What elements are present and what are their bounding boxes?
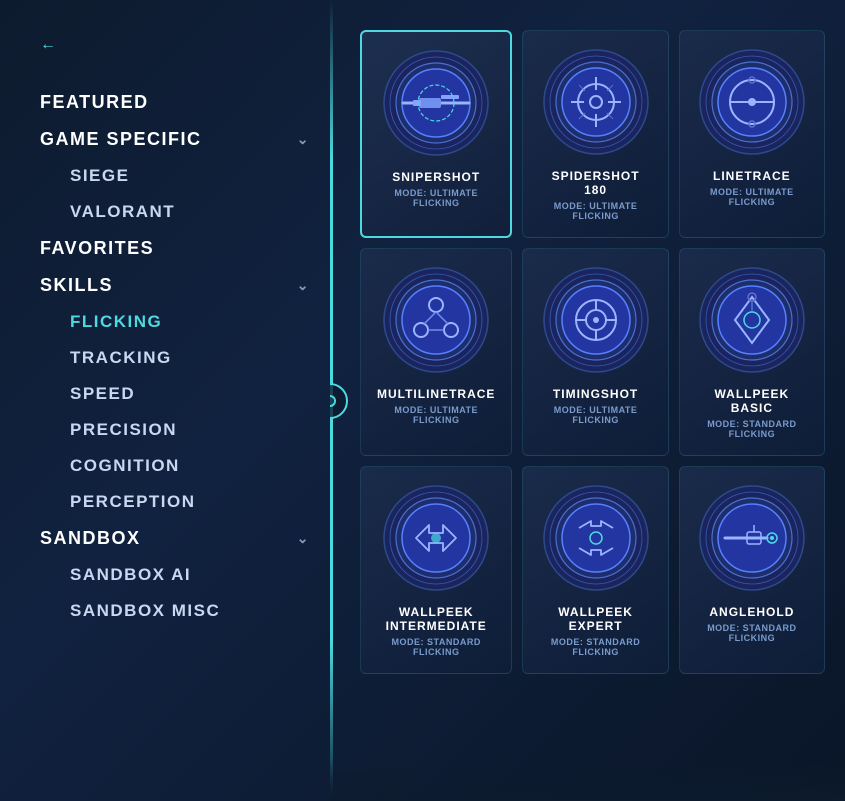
target-circle-icon bbox=[330, 383, 348, 419]
card-mode-value: FLICKING bbox=[729, 197, 776, 207]
task-card-multilinetrace[interactable]: MULTILINETRACE MODE: ULTIMATEFLICKING bbox=[360, 248, 512, 456]
card-name: MULTILINETRACE bbox=[377, 387, 495, 401]
sidebar-item-label: COGNITION bbox=[70, 456, 180, 476]
card-icon-triangle bbox=[381, 265, 491, 375]
card-name: TIMINGSHOT bbox=[553, 387, 638, 401]
sidebar-item-tracking[interactable]: TRACKING bbox=[40, 340, 310, 376]
sidebar-item-label: PERCEPTION bbox=[70, 492, 196, 512]
card-name: ANGLEHOLD bbox=[709, 605, 794, 619]
card-name: LINETRACE bbox=[713, 169, 791, 183]
card-mode-label: MODE: ULTIMATE bbox=[554, 201, 638, 211]
chevron-down-icon: ⌄ bbox=[297, 277, 310, 294]
chevron-down-icon: ⌄ bbox=[297, 131, 310, 148]
card-mode-label: MODE: STANDARD bbox=[551, 637, 640, 647]
card-mode-label: MODE: STANDARD bbox=[392, 637, 481, 647]
card-mode-value: FLICKING bbox=[572, 415, 619, 425]
sidebar-item-sandbox-misc[interactable]: SANDBOX MISC bbox=[40, 593, 310, 629]
card-mode-value: FLICKING bbox=[572, 647, 619, 657]
task-card-spidershot-180[interactable]: SPIDERSHOT 180 MODE: ULTIMATEFLICKING bbox=[522, 30, 668, 238]
back-button[interactable]: ← bbox=[40, 36, 310, 54]
sidebar-item-speed[interactable]: SPEED bbox=[40, 376, 310, 412]
navigation-list: FEATURED GAME SPECIFIC ⌄ SIEGE VALORANT FAVOR… bbox=[40, 84, 310, 629]
task-card-linetrace[interactable]: LINETRACE MODE: ULTIMATEFLICKING bbox=[679, 30, 825, 238]
sidebar-item-featured[interactable]: FEATURED bbox=[40, 84, 310, 121]
sidebar-item-favorites[interactable]: FAVORITES bbox=[40, 230, 310, 267]
card-icon-gun bbox=[697, 483, 807, 593]
card-mode-label: MODE: ULTIMATE bbox=[394, 188, 478, 198]
main-content: SNIPERSHOTMODE: ULTIMATEFLICKING SPIDERS… bbox=[330, 0, 845, 801]
sidebar-item-label: PRECISION bbox=[70, 420, 177, 440]
task-grid: SNIPERSHOTMODE: ULTIMATEFLICKING SPIDERS… bbox=[360, 20, 825, 674]
sidebar-item-label: TRACKING bbox=[70, 348, 172, 368]
task-card-wallpeek-basic[interactable]: WALLPEEK BASIC MODE: STANDARDFLICKING bbox=[679, 248, 825, 456]
sidebar-item-label: SANDBOX bbox=[40, 528, 141, 549]
card-icon-target bbox=[541, 265, 651, 375]
sidebar-item-game-specific[interactable]: GAME SPECIFIC ⌄ bbox=[40, 121, 310, 158]
card-mode-label: MODE: STANDARD bbox=[707, 419, 796, 429]
sidebar-item-label: SKILLS bbox=[40, 275, 113, 296]
sidebar-item-flicking[interactable]: FLICKING bbox=[40, 304, 310, 340]
sidebar-item-label: SPEED bbox=[70, 384, 135, 404]
sidebar-item-label: FLICKING bbox=[70, 312, 162, 332]
sidebar-item-siege[interactable]: SIEGE bbox=[40, 158, 310, 194]
card-name: SNIPERSHOT bbox=[392, 170, 480, 184]
card-icon-arrows bbox=[381, 483, 491, 593]
card-mode-value: FLICKING bbox=[729, 633, 776, 643]
card-mode-value: FLICKING bbox=[572, 211, 619, 221]
sidebar-item-precision[interactable]: PRECISION bbox=[40, 412, 310, 448]
task-card-snipershot[interactable]: SNIPERSHOT MODE: ULTIMATEFLICKING bbox=[360, 30, 512, 238]
sidebar-item-perception[interactable]: PERCEPTION bbox=[40, 484, 310, 520]
card-icon-crosshair bbox=[541, 47, 651, 157]
sidebar-item-label: SIEGE bbox=[70, 166, 129, 186]
card-name: WALLPEEK BASIC bbox=[696, 387, 808, 415]
card-mode-value: FLICKING bbox=[413, 198, 460, 208]
sidebar-item-valorant[interactable]: VALORANT bbox=[40, 194, 310, 230]
sidebar-item-cognition[interactable]: COGNITION bbox=[40, 448, 310, 484]
card-icon-diamond bbox=[697, 265, 807, 375]
chevron-down-icon: ⌄ bbox=[297, 530, 310, 547]
card-icon-sniper bbox=[381, 48, 491, 158]
sidebar: ← FEATURED GAME SPECIFIC ⌄ SIEGE VALORANT FAV… bbox=[0, 0, 330, 801]
sidebar-item-label: VALORANT bbox=[70, 202, 175, 222]
back-arrow-icon: ← bbox=[40, 36, 57, 54]
card-mode-label: MODE: ULTIMATE bbox=[394, 405, 478, 415]
sidebar-item-label: GAME SPECIFIC bbox=[40, 129, 202, 150]
card-name: WALLPEEK EXPERT bbox=[539, 605, 651, 633]
sidebar-item-label: SANDBOX MISC bbox=[70, 601, 220, 621]
card-mode-label: MODE: STANDARD bbox=[707, 623, 796, 633]
task-card-wallpeek-expert[interactable]: WALLPEEK EXPERT MODE: STANDARDFLICKING bbox=[522, 466, 668, 674]
sidebar-item-label: SANDBOX AI bbox=[70, 565, 191, 585]
card-name: SPIDERSHOT 180 bbox=[539, 169, 651, 197]
card-mode-value: FLICKING bbox=[413, 415, 460, 425]
task-card-wallpeek-intermediate[interactable]: WALLPEEK INTERMEDIATE MODE: STANDARDFLICK… bbox=[360, 466, 512, 674]
sidebar-item-sandbox-ai[interactable]: SANDBOX AI bbox=[40, 557, 310, 593]
card-mode-label: MODE: ULTIMATE bbox=[554, 405, 638, 415]
card-mode-value: FLICKING bbox=[413, 647, 460, 657]
card-icon-arrows2 bbox=[541, 483, 651, 593]
task-card-timingshot[interactable]: TIMINGSHOT MODE: ULTIMATEFLICKING bbox=[522, 248, 668, 456]
card-icon-circle-slash bbox=[697, 47, 807, 157]
card-name: WALLPEEK INTERMEDIATE bbox=[377, 605, 495, 633]
sidebar-item-label: FEATURED bbox=[40, 92, 149, 113]
sidebar-item-skills[interactable]: SKILLS ⌄ bbox=[40, 267, 310, 304]
sidebar-item-sandbox[interactable]: SANDBOX ⌄ bbox=[40, 520, 310, 557]
card-mode-label: MODE: ULTIMATE bbox=[710, 187, 794, 197]
task-card-anglehold[interactable]: ANGLEHOLD MODE: STANDARDFLICKING bbox=[679, 466, 825, 674]
card-mode-value: FLICKING bbox=[729, 429, 776, 439]
sidebar-item-label: FAVORITES bbox=[40, 238, 154, 259]
